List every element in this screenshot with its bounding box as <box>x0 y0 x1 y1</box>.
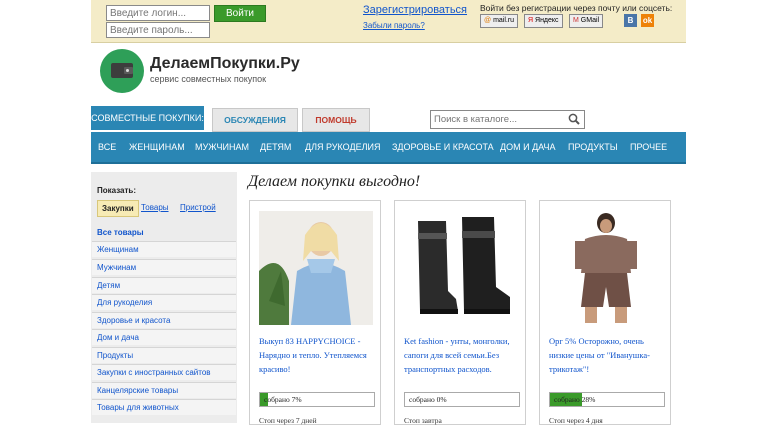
collection-progress: собрано 0% <box>404 392 520 407</box>
filter-pristroy[interactable]: Пристрой <box>180 200 216 215</box>
main-nav: ВСЕ ЖЕНЩИНАМ МУЖЧИНАМ ДЕТЯМ ДЛЯ РУКОДЕЛИ… <box>91 132 686 164</box>
mailru-label: mail.ru <box>493 17 515 24</box>
collection-progress: собрано 28% <box>549 392 665 407</box>
yandex-icon: Я <box>528 17 534 24</box>
sidebar-all-goods[interactable]: Все товары <box>97 228 144 237</box>
show-label: Показать: <box>97 186 137 195</box>
purchase-title-link[interactable]: Орг 5% Осторожно, очень низкие цены от "… <box>549 334 667 376</box>
filter-purchases[interactable]: Закупки <box>97 200 139 217</box>
progress-label: собрано 28% <box>554 395 596 404</box>
nav-item-other[interactable]: ПРОЧЕЕ <box>630 132 667 162</box>
mailru-login-button[interactable]: @ mail.ru <box>480 14 519 28</box>
purchase-title-link[interactable]: Выкуп 83 HAPPYCHOICE - Нарядно и тепло. … <box>259 334 377 376</box>
password-input[interactable] <box>106 22 210 38</box>
catalog-search <box>430 110 585 129</box>
wallet-clasp <box>126 69 129 72</box>
gmail-label: GMail <box>580 17 600 24</box>
sidebar-item-home-garden[interactable]: Дом и дача <box>92 329 236 345</box>
page-title: Делаем покупки выгодно! <box>248 173 421 190</box>
page-gutter-left <box>0 0 91 423</box>
nav-item-food[interactable]: ПРОДУКТЫ <box>568 132 618 162</box>
tab-discussions[interactable]: ОБСУЖДЕНИЯ <box>212 108 298 132</box>
sidebar-item-food[interactable]: Продукты <box>92 347 236 363</box>
login-input[interactable] <box>106 5 210 21</box>
purchase-title-link[interactable]: Ket fashion - унты, монголки, сапоги для… <box>404 334 522 376</box>
collection-progress: собрано 7% <box>259 392 375 407</box>
sidebar-item-stationery[interactable]: Канцелярские товары <box>92 382 236 398</box>
nav-item-men[interactable]: МУЖЧИНАМ <box>195 132 249 162</box>
sidebar-item-health-beauty[interactable]: Здоровье и красота <box>92 312 236 328</box>
nav-item-all[interactable]: ВСЕ <box>98 132 116 162</box>
social-login-title: Войти без регистрации через почту или со… <box>480 3 673 13</box>
nav-item-kids[interactable]: ДЕТЯМ <box>260 132 291 162</box>
search-input[interactable] <box>434 111 564 128</box>
site-tagline: сервис совместных покупок <box>150 74 267 84</box>
stop-date: Стоп через 7 дней <box>259 416 317 425</box>
yandex-login-button[interactable]: Я Яндекс <box>524 14 563 28</box>
yandex-label: Яндекс <box>535 17 559 24</box>
nav-item-health-beauty[interactable]: ЗДОРОВЬЕ И КРАСОТА <box>392 132 494 162</box>
stop-date: Стоп завтра <box>404 416 442 425</box>
sidebar-item-men[interactable]: Мужчинам <box>92 259 236 275</box>
odnoklassniki-icon[interactable]: ok <box>641 14 654 27</box>
mailru-icon: @ <box>484 17 492 24</box>
sidebar-item-foreign-sites[interactable]: Закупки с иностранных сайтов <box>92 364 236 380</box>
sidebar-item-pets[interactable]: Товары для животных <box>92 399 236 415</box>
gmail-icon: M <box>573 17 579 24</box>
tab-joint-purchases[interactable]: СОВМЕСТНЫЕ ПОКУПКИ: <box>91 106 204 130</box>
tab-help[interactable]: ПОМОЩЬ <box>302 108 370 132</box>
nav-item-crafts[interactable]: ДЛЯ РУКОДЕЛИЯ <box>305 132 380 162</box>
forgot-password-link[interactable]: Забыли пароль? <box>363 21 425 30</box>
product-image[interactable] <box>549 211 663 325</box>
product-image[interactable] <box>404 211 518 325</box>
sidebar: Показать: Закупки Товары Пристрой Все то… <box>91 172 237 423</box>
nav-item-women[interactable]: ЖЕНЩИНАМ <box>129 132 185 162</box>
sidebar-item-kids[interactable]: Детям <box>92 277 236 293</box>
sidebar-item-crafts[interactable]: Для рукоделия <box>92 294 236 310</box>
progress-label: собрано 0% <box>409 395 447 404</box>
purchase-card[interactable]: Орг 5% Осторожно, очень низкие цены от "… <box>539 200 671 425</box>
site-title[interactable]: ДелаемПокупки.Ру <box>150 55 300 73</box>
search-icon[interactable] <box>568 113 580 125</box>
sidebar-item-women[interactable]: Женщинам <box>92 241 236 257</box>
filter-goods[interactable]: Товары <box>141 200 169 215</box>
purchase-card[interactable]: Ket fashion - унты, монголки, сапоги для… <box>394 200 526 425</box>
login-button[interactable]: Войти <box>214 5 266 22</box>
progress-label: собрано 7% <box>264 395 302 404</box>
login-bar: Войти Зарегистрироваться Забыли пароль? … <box>91 0 686 43</box>
product-image[interactable] <box>259 211 373 325</box>
gmail-login-button[interactable]: M GMail <box>569 14 604 28</box>
page-gutter-right <box>686 0 777 423</box>
stop-date: Стоп через 4 дня <box>549 416 603 425</box>
nav-item-home-garden[interactable]: ДОМ И ДАЧА <box>500 132 555 162</box>
vk-icon[interactable]: B <box>624 14 637 27</box>
register-link[interactable]: Зарегистрироваться <box>363 4 467 16</box>
purchase-card[interactable]: Выкуп 83 HAPPYCHOICE - Нарядно и тепло. … <box>249 200 381 425</box>
